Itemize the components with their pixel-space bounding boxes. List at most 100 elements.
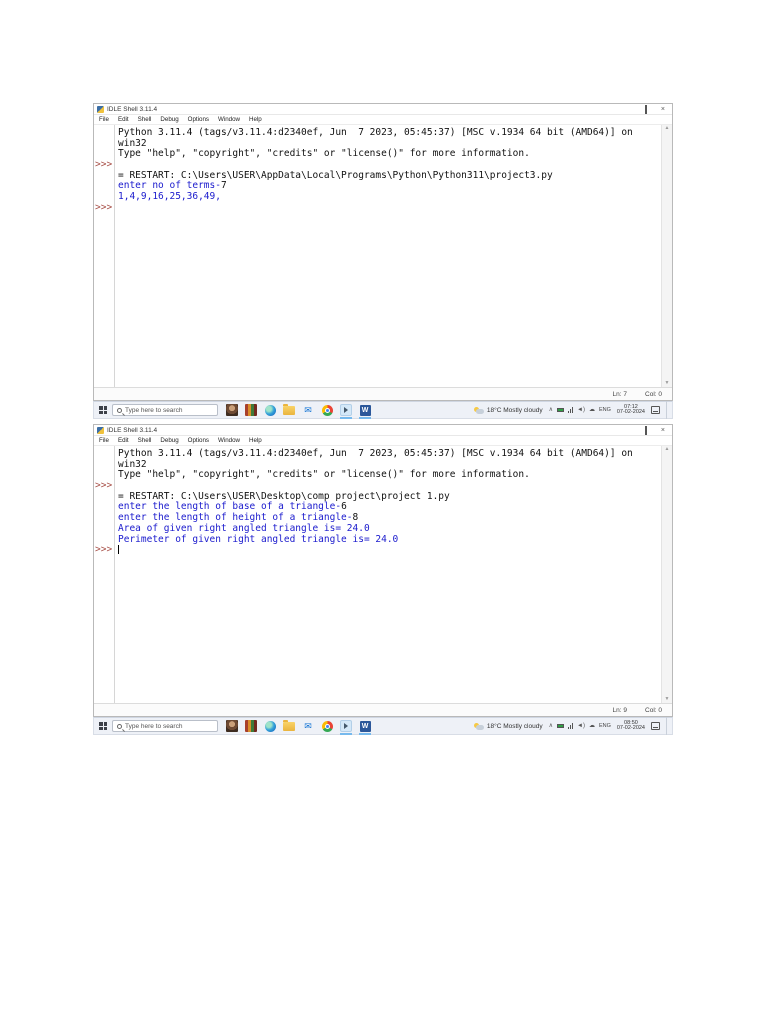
battery-icon[interactable] bbox=[557, 408, 564, 412]
language-indicator[interactable]: ENG bbox=[599, 407, 611, 413]
tray-chevron-icon[interactable]: ∧ bbox=[549, 407, 553, 413]
taskbar-clock[interactable]: 07:12 07-02-2024 bbox=[616, 404, 645, 416]
console-text: win32 bbox=[118, 458, 147, 470]
edge-taskbar-button[interactable] bbox=[264, 720, 276, 732]
maximize-button[interactable] bbox=[644, 104, 647, 114]
idle-taskbar-button[interactable] bbox=[340, 720, 352, 735]
show-desktop-button[interactable] bbox=[666, 717, 669, 735]
taskbar-search-box[interactable]: Type here to search bbox=[112, 720, 218, 732]
idle-app-icon bbox=[97, 105, 104, 113]
avatar-taskbar-button[interactable] bbox=[226, 404, 238, 416]
idle-shell-window: IDLE Shell 3.11.4 × File Edit Shell Debug Op… bbox=[93, 424, 673, 717]
word-taskbar-button[interactable]: W bbox=[359, 720, 371, 735]
chrome-taskbar-button[interactable] bbox=[321, 720, 333, 732]
taskbar-weather[interactable]: 18°C Mostly cloudy bbox=[473, 406, 543, 414]
shell-prompt-empty bbox=[94, 513, 114, 524]
search-icon bbox=[117, 723, 122, 729]
network-icon[interactable] bbox=[568, 407, 573, 413]
file-explorer-icon bbox=[283, 403, 295, 415]
status-line-number: Ln: 9 bbox=[612, 706, 628, 714]
taskbar-right-section: 18°C Mostly cloudy ∧ ◄) ☁ ENG 08:50 07-0… bbox=[473, 717, 672, 735]
action-center-icon[interactable] bbox=[651, 406, 660, 414]
vertical-scrollbar[interactable]: ▲ ▼ bbox=[661, 446, 672, 703]
shell-prompt-empty bbox=[94, 171, 114, 182]
taskbar-weather[interactable]: 18°C Mostly cloudy bbox=[473, 722, 543, 730]
books-icon bbox=[245, 720, 257, 732]
books-taskbar-button[interactable] bbox=[245, 720, 257, 732]
menu-item-debug[interactable]: Debug bbox=[160, 116, 178, 123]
idle-window-capture: IDLE Shell 3.11.4 × File Edit Shell Debug Op… bbox=[93, 424, 673, 735]
file-explorer-taskbar-button[interactable] bbox=[283, 403, 295, 416]
mail-icon: ✉ bbox=[304, 720, 312, 731]
idle-taskbar-button[interactable] bbox=[340, 404, 352, 419]
file-explorer-taskbar-button[interactable] bbox=[283, 719, 295, 732]
chrome-taskbar-button[interactable] bbox=[321, 404, 333, 416]
volume-icon[interactable]: ◄) bbox=[577, 723, 585, 729]
shell-prompt-empty bbox=[94, 181, 114, 192]
status-line-number: Ln: 7 bbox=[612, 390, 628, 398]
avatar-taskbar-button[interactable] bbox=[226, 720, 238, 732]
language-indicator[interactable]: ENG bbox=[599, 723, 611, 729]
taskbar-pinned-icons: ✉ W bbox=[226, 719, 371, 735]
console-text: win32 bbox=[118, 137, 147, 149]
menu-item-window[interactable]: Window bbox=[218, 116, 240, 123]
books-taskbar-button[interactable] bbox=[245, 404, 257, 416]
console-text: = RESTART: C:\Users\USER\Desktop\comp pr… bbox=[118, 490, 450, 502]
battery-icon[interactable] bbox=[557, 724, 564, 728]
onedrive-icon[interactable]: ☁ bbox=[589, 407, 595, 413]
scroll-down-icon[interactable]: ▼ bbox=[665, 697, 670, 702]
mail-taskbar-button[interactable]: ✉ bbox=[302, 404, 314, 416]
word-taskbar-button[interactable]: W bbox=[359, 404, 371, 419]
tray-chevron-icon[interactable]: ∧ bbox=[549, 723, 553, 729]
onedrive-icon[interactable]: ☁ bbox=[589, 723, 595, 729]
scroll-up-icon[interactable]: ▲ bbox=[665, 447, 670, 452]
vertical-scrollbar[interactable]: ▲ ▼ bbox=[661, 125, 672, 387]
menu-item-file[interactable]: File bbox=[99, 437, 109, 444]
clock-date: 07-02-2024 bbox=[616, 409, 645, 415]
shell-prompt-empty bbox=[94, 524, 114, 535]
action-center-icon[interactable] bbox=[651, 722, 660, 730]
show-desktop-button[interactable] bbox=[666, 401, 669, 419]
menu-item-window[interactable]: Window bbox=[218, 437, 240, 444]
menu-item-help[interactable]: Help bbox=[249, 437, 262, 444]
menu-item-help[interactable]: Help bbox=[249, 116, 262, 123]
scroll-up-icon[interactable]: ▲ bbox=[665, 126, 670, 131]
taskbar-right-section: 18°C Mostly cloudy ∧ ◄) ☁ ENG 07:12 07-0… bbox=[473, 401, 672, 419]
menu-item-debug[interactable]: Debug bbox=[160, 437, 178, 444]
prompt-sidebar: >>> >>> bbox=[94, 125, 115, 387]
taskbar-pinned-icons: ✉ W bbox=[226, 403, 371, 419]
shell-prompt: >>> bbox=[95, 544, 113, 556]
shell-prompt: >>> bbox=[95, 159, 113, 171]
menu-item-options[interactable]: Options bbox=[188, 437, 209, 444]
menu-item-file[interactable]: File bbox=[99, 116, 109, 123]
shell-prompt-empty bbox=[94, 128, 114, 139]
start-button[interactable] bbox=[94, 718, 112, 734]
taskbar-clock[interactable]: 08:50 07-02-2024 bbox=[617, 720, 645, 732]
start-button[interactable] bbox=[94, 402, 112, 418]
network-icon[interactable] bbox=[568, 723, 573, 729]
shell-text-area[interactable]: >>> >>> Python 3.11.4 (tags/v3.11.4:d2340… bbox=[94, 446, 672, 703]
word-icon: W bbox=[359, 404, 371, 416]
scroll-down-icon[interactable]: ▼ bbox=[665, 381, 670, 386]
edge-taskbar-button[interactable] bbox=[264, 404, 276, 416]
mail-taskbar-button[interactable]: ✉ bbox=[302, 720, 314, 732]
weather-text: 18°C Mostly cloudy bbox=[486, 406, 543, 414]
shell-prompt-empty bbox=[94, 139, 114, 150]
maximize-button[interactable] bbox=[644, 425, 647, 435]
search-icon bbox=[117, 407, 122, 413]
menu-item-options[interactable]: Options bbox=[188, 116, 209, 123]
console-text: = RESTART: C:\Users\USER\AppData\Local\P… bbox=[118, 169, 553, 181]
menu-item-shell[interactable]: Shell bbox=[138, 116, 152, 123]
console-text: 8 bbox=[352, 512, 359, 524]
windows-taskbar: Type here to search ✉ W 18°C Mostly cloud… bbox=[93, 717, 673, 735]
close-button[interactable]: × bbox=[661, 427, 665, 434]
taskbar-search-box[interactable]: Type here to search bbox=[112, 404, 218, 416]
close-button[interactable]: × bbox=[661, 106, 665, 113]
console-text: Type "help", "copyright", "credits" or "… bbox=[118, 148, 530, 160]
shell-line: Python 3.11.4 (tags/v3.11.4:d2340ef, Jun… bbox=[118, 127, 659, 139]
menu-item-edit[interactable]: Edit bbox=[118, 437, 129, 444]
menu-item-shell[interactable]: Shell bbox=[138, 437, 152, 444]
menu-item-edit[interactable]: Edit bbox=[118, 116, 129, 123]
shell-text-area[interactable]: >>> >>> Python 3.11.4 (tags/v3.11.4:d2340… bbox=[94, 125, 672, 387]
volume-icon[interactable]: ◄) bbox=[577, 407, 585, 413]
